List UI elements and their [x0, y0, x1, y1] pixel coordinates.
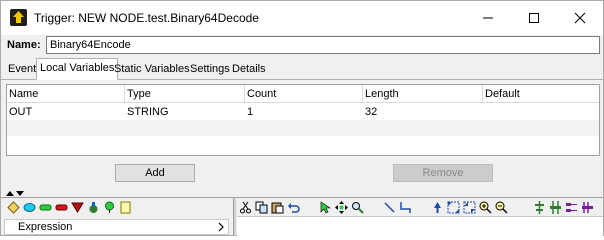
- zoom-in-icon[interactable]: [479, 201, 492, 214]
- tab-static-variables[interactable]: Static Variables: [114, 60, 190, 80]
- find-icon[interactable]: [351, 201, 364, 214]
- red-rect-icon[interactable]: [55, 201, 68, 214]
- variables-table[interactable]: Name Type Count Length Default OUT STRIN…: [6, 84, 600, 156]
- move-icon[interactable]: [335, 201, 348, 214]
- chevron-right-icon: [218, 222, 224, 232]
- table-row-empty: [7, 120, 599, 136]
- column-header-type[interactable]: Type: [125, 85, 245, 103]
- more-icon[interactable]: [581, 201, 594, 214]
- distribute-icon[interactable]: [549, 201, 562, 214]
- column-header-length[interactable]: Length: [363, 85, 483, 103]
- paste-icon[interactable]: [271, 201, 284, 214]
- title-bar[interactable]: Trigger: NEW NODE.test.Binary64Decode: [1, 1, 603, 35]
- close-button[interactable]: [557, 1, 603, 35]
- name-row: Name:: [1, 35, 603, 55]
- copy-icon[interactable]: [255, 201, 268, 214]
- zoom-out-icon[interactable]: [495, 201, 508, 214]
- cell-count: 1: [247, 106, 254, 118]
- trigger-window: Trigger: NEW NODE.test.Binary64Decode Na…: [0, 0, 604, 236]
- tab-strip: Event Local Variables Static Variables S…: [1, 58, 603, 80]
- split-arrows-icon: [6, 191, 24, 196]
- window-title: Trigger: NEW NODE.test.Binary64Decode: [34, 11, 259, 25]
- bottom-panel: Expression: [1, 197, 603, 236]
- diamond-icon[interactable]: [7, 201, 20, 214]
- ellipse-icon[interactable]: [23, 201, 36, 214]
- shrink-icon[interactable]: [463, 201, 476, 214]
- line-icon[interactable]: [383, 201, 396, 214]
- maximize-icon: [529, 13, 539, 23]
- column-header-default[interactable]: Default: [483, 85, 599, 103]
- green-rect-icon[interactable]: [39, 201, 52, 214]
- column-header-count[interactable]: Count: [245, 85, 363, 103]
- tab-settings[interactable]: Settings: [190, 60, 230, 80]
- elbow-line-icon[interactable]: [399, 201, 412, 214]
- align-icon[interactable]: [533, 201, 546, 214]
- flask-icon[interactable]: [87, 201, 100, 214]
- expression-label: Expression: [18, 221, 73, 233]
- name-label: Name:: [7, 39, 41, 51]
- pointer-icon[interactable]: [431, 201, 444, 214]
- remove-button[interactable]: Remove: [393, 164, 493, 182]
- layout-icon[interactable]: [565, 201, 578, 214]
- triangle-icon[interactable]: [71, 201, 84, 214]
- panel-divider[interactable]: [233, 198, 236, 236]
- pin-icon[interactable]: [103, 201, 116, 214]
- diagram-canvas[interactable]: [237, 216, 603, 236]
- select-arrow-icon[interactable]: [319, 201, 332, 214]
- scroll-right-button[interactable]: [213, 220, 229, 234]
- maximize-button[interactable]: [511, 1, 557, 35]
- table-header: Name Type Count Length Default: [7, 85, 599, 103]
- splitter-arrows[interactable]: [5, 188, 25, 196]
- app-icon: [10, 9, 27, 26]
- undo-icon[interactable]: [287, 201, 300, 214]
- cut-icon[interactable]: [239, 201, 252, 214]
- minimize-icon: [483, 17, 493, 19]
- tab-local-variables[interactable]: Local Variables: [36, 58, 119, 80]
- cell-type: STRING: [127, 106, 169, 118]
- minimize-button[interactable]: [465, 1, 511, 35]
- cell-name: OUT: [9, 106, 33, 118]
- cell-length: 32: [365, 106, 378, 118]
- expression-panel: Expression: [4, 219, 229, 235]
- table-row-empty: [7, 136, 599, 152]
- note-icon[interactable]: [119, 201, 132, 214]
- tab-details[interactable]: Details: [232, 60, 266, 80]
- table-row[interactable]: OUT STRING 1 32: [7, 104, 599, 120]
- column-header-name[interactable]: Name: [7, 85, 125, 103]
- add-button[interactable]: Add: [115, 164, 195, 182]
- name-input[interactable]: [46, 36, 600, 54]
- tab-event[interactable]: Event: [8, 60, 36, 80]
- fit-icon[interactable]: [447, 201, 460, 214]
- close-icon: [574, 12, 586, 24]
